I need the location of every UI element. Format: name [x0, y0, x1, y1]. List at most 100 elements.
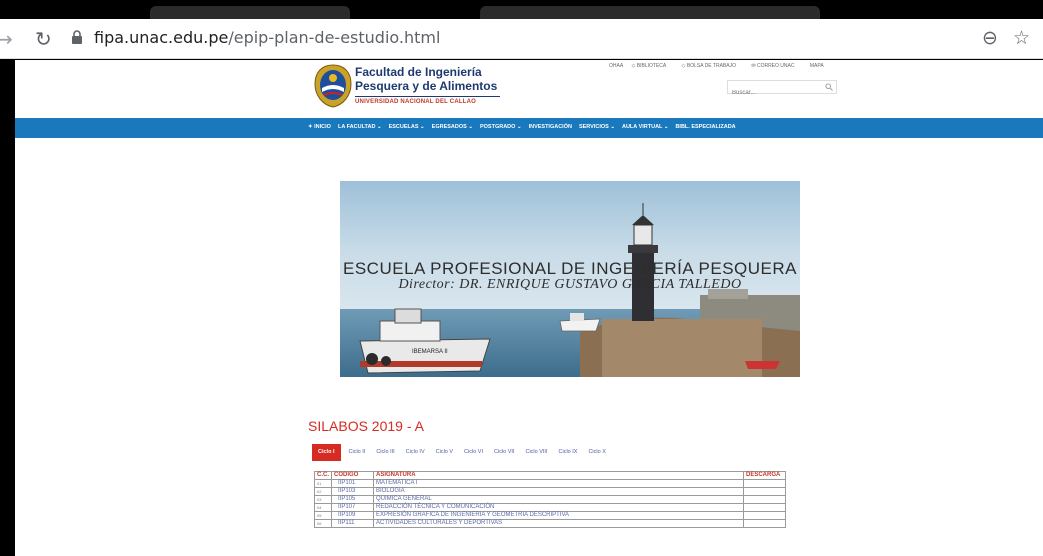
faculty-name-line2: Pesquera y de Alimentos: [355, 79, 498, 93]
top-link-bolsa-trabajo[interactable]: ◇ BOLSA DE TRABAJO: [682, 63, 743, 69]
cell-codigo[interactable]: IIP109: [331, 511, 374, 520]
cell-cc: 06: [314, 519, 332, 528]
table-header-row: C.C. CODIGO ASIGNATURA DESCARGA: [314, 471, 786, 480]
tab-cycle-10[interactable]: Ciclo X: [588, 444, 605, 461]
url-path: /epip-plan-de-estudio.html: [228, 28, 441, 47]
top-link-biblioteca[interactable]: ◇ BIBLIOTECA: [632, 63, 674, 69]
table-row: 01 IIP101 MATEMATICA I: [314, 479, 786, 488]
cell-asignatura[interactable]: BIOLOGIA: [373, 487, 744, 496]
browser-toolbar: → ↻ fipa.unac.edu.pe/epip-plan-de-estudi…: [0, 19, 1043, 59]
cell-codigo[interactable]: IIP107: [331, 503, 374, 512]
forward-icon[interactable]: →: [0, 27, 13, 51]
top-utility-links: OHAA ◇ BIBLIOTECA ◇ BOLSA DE TRABAJO ✉ C…: [609, 63, 831, 69]
tab-cycle-9[interactable]: Ciclo IX: [559, 444, 578, 461]
cell-codigo[interactable]: IIP101: [331, 479, 374, 488]
cell-asignatura[interactable]: QUIMICA GENERAL: [373, 495, 744, 504]
course-rows: 01 IIP101 MATEMATICA I 02 IIP103 BIOLOGIA 03 II…: [314, 479, 786, 528]
cell-descarga[interactable]: [743, 479, 786, 488]
top-link-mapa[interactable]: MAPA: [810, 63, 824, 69]
faculty-brand[interactable]: Facultad de Ingeniería Pesquera y de Ali…: [355, 65, 500, 105]
course-table: C.C. CODIGO ASIGNATURA DESCARGA 01 IIP101…: [314, 471, 786, 528]
table-row: 06 IIP111 ACTIVIDADES CULTURALES Y DEPORTI…: [314, 519, 786, 528]
nav-item-label: INICIO: [314, 124, 331, 130]
silabos-heading: SILABOS 2019 - A: [308, 418, 424, 434]
university-logo: [314, 64, 352, 108]
cell-cc: 01: [314, 479, 332, 488]
browser-tab[interactable]: [480, 6, 820, 19]
cell-asignatura[interactable]: MATEMATICA I: [373, 479, 744, 488]
main-nav: ✦ INICIO LA FACULTAD ⌄ ESCUELAS ⌄ EGRESA…: [15, 118, 1043, 138]
nav-item-investigacion[interactable]: INVESTIGACIÓN: [529, 124, 572, 130]
cell-codigo[interactable]: IIP103: [331, 487, 374, 496]
brand-divider: [355, 96, 500, 97]
tab-cycle-7[interactable]: Ciclo VII: [494, 444, 514, 461]
nav-item-inicio[interactable]: ✦ INICIO: [308, 124, 331, 130]
nav-item-label: AULA VIRTUAL: [621, 124, 663, 130]
browser-tab[interactable]: [150, 6, 350, 19]
table-row: 04 IIP107 REDACCIÓN TÉCNICA Y COMUNICACIÓN: [314, 503, 786, 512]
top-link-label: CORREO UNAC: [756, 63, 795, 69]
cell-cc: 03: [314, 495, 332, 504]
page-viewport: Facultad de Ingeniería Pesquera y de Ali…: [15, 60, 1043, 556]
bookmark-star-icon[interactable]: ☆: [1013, 27, 1030, 49]
cell-descarga[interactable]: [743, 495, 786, 504]
cell-descarga[interactable]: [743, 511, 786, 520]
browser-tab-strip: [0, 0, 1043, 19]
cell-descarga[interactable]: [743, 519, 786, 528]
nav-item-label: ESCUELAS: [388, 124, 419, 130]
nav-item-escuelas[interactable]: ESCUELAS ⌄: [389, 124, 425, 130]
url-host: fipa.unac.edu.pe: [94, 28, 229, 47]
nav-item-bibl-especializada[interactable]: BIBL. ESPECIALIZADA: [675, 124, 735, 130]
nav-item-label: LA FACULTAD: [337, 124, 376, 130]
table-row: 02 IIP103 BIOLOGIA: [314, 487, 786, 496]
cell-descarga[interactable]: [743, 503, 786, 512]
nav-item-label: POSTGRADO: [479, 124, 516, 130]
nav-item-egresados[interactable]: EGRESADOS ⌄: [432, 124, 473, 130]
nav-item-postgrado[interactable]: POSTGRADO ⌄: [480, 124, 522, 130]
address-bar[interactable]: fipa.unac.edu.pe/epip-plan-de-estudio.ht…: [94, 28, 440, 47]
tab-cycle-6[interactable]: Ciclo VI: [464, 444, 483, 461]
column-header-asignatura: ASIGNATURA: [373, 471, 744, 480]
tab-cycle-8[interactable]: Ciclo VIII: [525, 444, 547, 461]
cell-asignatura[interactable]: REDACCIÓN TÉCNICA Y COMUNICACIÓN: [373, 503, 744, 512]
cell-cc: 04: [314, 503, 332, 512]
cell-cc: 05: [314, 511, 332, 520]
university-name: UNIVERSIDAD NACIONAL DEL CALLAO: [355, 99, 476, 105]
tab-cycle-4[interactable]: Ciclo IV: [406, 444, 425, 461]
cell-codigo[interactable]: IIP105: [331, 495, 374, 504]
nav-item-label: SERVICIOS: [578, 124, 609, 130]
tab-cycle-1[interactable]: Ciclo I: [312, 444, 341, 461]
cell-asignatura[interactable]: ACTIVIDADES CULTURALES Y DEPORTIVAS: [373, 519, 744, 528]
nav-item-servicios[interactable]: SERVICIOS ⌄: [579, 124, 615, 130]
site-search: [727, 80, 837, 99]
school-director: Director: DR. ENRIQUE GUSTAVO GARCIA TAL…: [398, 277, 742, 292]
lock-icon[interactable]: [71, 30, 83, 44]
table-row: 05 IIP109 EXPRESIÓN GRAFICA DE INGENIERIA …: [314, 511, 786, 520]
nav-item-label: EGRESADOS: [431, 124, 467, 130]
cell-cc: 02: [314, 487, 332, 496]
column-header-codigo: CODIGO: [331, 471, 374, 480]
cycle-tabs: Ciclo I Ciclo II Ciclo III Ciclo IV Ciclo V C…: [312, 444, 617, 461]
reload-icon[interactable]: ↻: [35, 27, 52, 51]
top-link-correo[interactable]: ✉ CORREO UNAC: [751, 63, 801, 69]
tab-cycle-2[interactable]: Ciclo II: [349, 444, 366, 461]
search-icon[interactable]: [825, 83, 833, 91]
school-title: ESCUELA PROFESIONAL DE INGENIERÍA PESQUE…: [343, 259, 797, 278]
tab-cycle-3[interactable]: Ciclo III: [376, 444, 394, 461]
faculty-name-line1: Facultad de Ingeniería: [355, 65, 482, 79]
table-row: 03 IIP105 QUIMICA GENERAL: [314, 495, 786, 504]
nav-item-la-facultad[interactable]: LA FACULTAD ⌄: [338, 124, 382, 130]
cell-asignatura[interactable]: EXPRESIÓN GRAFICA DE INGENIERIA Y GEOMET…: [373, 511, 744, 520]
top-link-ohaa[interactable]: OHAA: [609, 63, 623, 69]
tab-cycle-5[interactable]: Ciclo V: [436, 444, 453, 461]
boat-name-label: IBEMARSA II: [412, 349, 448, 355]
cell-codigo[interactable]: IIP111: [331, 519, 374, 528]
column-header-cc: C.C.: [314, 471, 332, 480]
cell-descarga[interactable]: [743, 487, 786, 496]
column-header-descarga: DESCARGA: [743, 471, 786, 480]
zoom-out-icon[interactable]: ⊖: [982, 27, 998, 49]
top-link-label: BIBLIOTECA: [636, 63, 667, 69]
nav-item-aula-virtual[interactable]: AULA VIRTUAL ⌄: [622, 124, 668, 130]
search-input[interactable]: [728, 87, 820, 99]
school-banner: IBEMARSA II ESCUELA PROFESIONAL DE INGEN…: [340, 181, 800, 377]
